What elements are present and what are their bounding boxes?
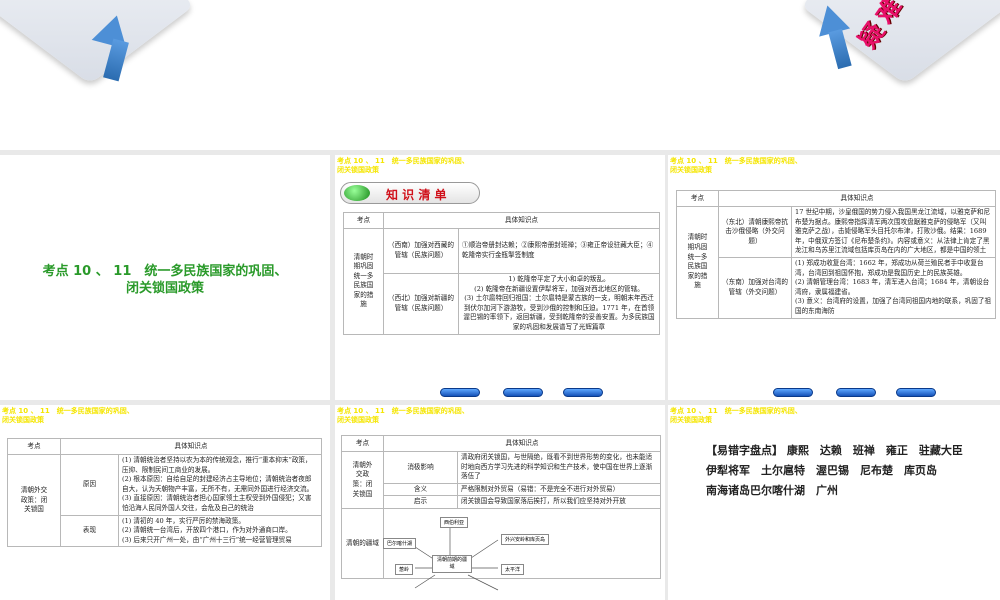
nav-button-next[interactable] <box>896 388 936 397</box>
detail-cell: (1) 郑成功收复台湾：1662 年，郑成功从荷兰殖民者手中收复台湾，台湾回到祖… <box>791 256 996 319</box>
table-row: （西北）加强对新疆的管辖（民族问题） 1) 乾隆帝平定了大小和卓的叛乱。 (2) … <box>344 273 660 335</box>
banner-text: 知 识 清 单 <box>386 188 447 202</box>
slide-top-partial[interactable]: 疑难 <box>0 0 1000 150</box>
nav-button-prev[interactable] <box>773 388 813 397</box>
sub-cell: 表现 <box>60 514 119 548</box>
sub-cell: （东南）加强对台湾的管辖（外交问题） <box>718 256 792 319</box>
error-prone-chars-line: 南海诸岛巴尔喀什湖 广州 <box>706 484 838 497</box>
diagram-node-north: 西伯利亚 <box>440 517 469 528</box>
diagram-node-northwest: 巴尔喀什湖 <box>383 538 417 549</box>
slide-title: 考点 10 、 11 统一多民族国家的巩固、 闭关锁国政策 <box>0 263 330 297</box>
topic-cell: 清朝外交政策：闭关锁国 <box>7 453 61 548</box>
detail-cell: (1) 清初的 40 年，实行严厉的禁海政策。 (2) 清朝统一台湾后，开放四个… <box>118 514 322 548</box>
col-header: 考点 <box>343 212 384 229</box>
topic-cell: 清朝时期巩固统一多民族国家的措施 <box>676 206 719 319</box>
col-header: 具体知识点 <box>383 212 660 229</box>
nav-button-prev[interactable] <box>440 388 480 397</box>
slide-4[interactable]: 考点 10 、 11 统一多民族国家的巩固、 闭关锁国政策 考点 具体知识点 清朝外… <box>0 405 330 600</box>
decorative-diamond-left <box>0 0 195 85</box>
diagram-node-east: 太平洋 <box>501 564 525 575</box>
slide-header: 考点 10 、 11 统一多民族国家的巩固、 闭关锁国政策 <box>337 157 469 174</box>
diagram-arrows <box>411 527 499 591</box>
knowledge-table: 考点 具体知识点 清朝外交政策：闭关锁国 原因 (1) 清朝统治者坚持以农为本的传统观… <box>7 438 322 548</box>
diagram-node-west: 葱岭 <box>395 564 414 575</box>
sub-cell: （西南）加强对西藏的管辖（民族问题） <box>383 228 459 274</box>
nav-button-next[interactable] <box>563 388 603 397</box>
slide-header: 考点 10 、 11 统一多民族国家的巩固、 闭关锁国政策 <box>670 407 802 424</box>
detail-cell: ①顺治帝册封达赖；②康熙帝册封班禅；③雍正帝设驻藏大臣；④乾隆帝实行金瓶掣签制度 <box>458 228 660 274</box>
slide-header: 考点 10 、 11 统一多民族国家的巩固、 闭关锁国政策 <box>2 407 134 424</box>
slide-1[interactable]: 考点 10 、 11 统一多民族国家的巩固、 闭关锁国政策 <box>0 155 330 400</box>
nav-button-home[interactable] <box>503 388 543 397</box>
knowledge-table: 考点 具体知识点 清朝时期巩固统一多民族国家的措施 （西南）加强对西藏的管辖（民族问… <box>343 212 660 335</box>
slide-header: 考点 10 、 11 统一多民族国家的巩固、 闭关锁国政策 <box>670 157 802 174</box>
knowledge-list-banner: 知 识 清 单 <box>340 182 480 204</box>
title-line-2: 闭关锁国政策 <box>125 281 204 296</box>
sub-cell: （西北）加强对新疆的管辖（民族问题） <box>383 273 459 335</box>
table-row: 清朝外交政策：闭关锁国 原因 (1) 清朝统治者坚持以农为本的传统观念，推行“重本抑… <box>7 453 322 548</box>
sub-cell: （东北）清朝康熙帝抗击沙俄侵略（外交问题） <box>718 206 792 258</box>
col-header: 考点 <box>676 190 719 207</box>
detail-cell: 1) 乾隆帝平定了大小和卓的叛乱。 (2) 乾隆帝在新疆设置伊犁将军，加强对西北… <box>458 273 660 335</box>
detail-cell: 17 世纪中期，沙皇俄国的势力侵入我国黑龙江流域，以雅克萨和尼布楚为据点。康熙帝… <box>791 206 996 258</box>
col-header: 具体知识点 <box>718 190 996 207</box>
green-dot-icon <box>344 185 370 201</box>
detail-cell: (1) 清朝统治者坚持以农为本的传统观念，推行“重本抑末”政策，压抑、限制民间工… <box>118 454 322 516</box>
topic-cell: 清朝时期巩固统一多民族国家的措施 <box>343 228 384 335</box>
slide-2[interactable]: 考点 10 、 11 统一多民族国家的巩固、 闭关锁国政策 知 识 清 单 考点具… <box>335 155 665 400</box>
diagram-node-northeast: 外兴安岭和库页岛 <box>501 534 550 545</box>
title-line-1: 考点 10 、 11 统一多民族国家的巩固、 <box>42 264 288 279</box>
slide-6[interactable]: 考点 10 、 11 统一多民族国家的巩固、 闭关锁国政策 <box>668 405 1000 600</box>
error-prone-chars-line: 【易错字盘点】 康熙 达赖 班禅 雍正 驻藏大臣 <box>706 444 963 457</box>
slide-3[interactable]: 考点 10 、 11 统一多民族国家的巩固、 闭关锁国政策 考点 具体知识点 清朝时… <box>668 155 1000 400</box>
diagram-node-center: 清朝前期的疆域 <box>432 555 472 573</box>
sub-cell: 原因 <box>60 454 119 516</box>
col-header: 考点 <box>7 438 61 455</box>
error-prone-chars-line: 伊犁将军 土尔扈特 渥巴锡 尼布楚 库页岛 <box>706 464 937 477</box>
table-row: 清朝时期巩固统一多民族国家的措施 （东北）清朝康熙帝抗击沙俄侵略（外交问题） 17 … <box>676 206 996 319</box>
knowledge-table: 考点 具体知识点 清朝时期巩固统一多民族国家的措施 （东北）清朝康熙帝抗击沙俄侵略（… <box>676 190 996 319</box>
slide-5[interactable]: 考点 10 、 11 统一多民族国家的巩固、 闭关锁国政策 考点 具体知识点 清朝外… <box>335 405 665 600</box>
col-header: 具体知识点 <box>60 438 322 455</box>
table-row: （东南）加强对台湾的管辖（外交问题） (1) 郑成功收复台湾：1662 年，郑成功… <box>677 256 996 319</box>
nav-button-home[interactable] <box>836 388 876 397</box>
table-row: 清朝时期巩固统一多民族国家的措施 （西南）加强对西藏的管辖（民族问题） ①顺治帝册封… <box>343 228 660 335</box>
